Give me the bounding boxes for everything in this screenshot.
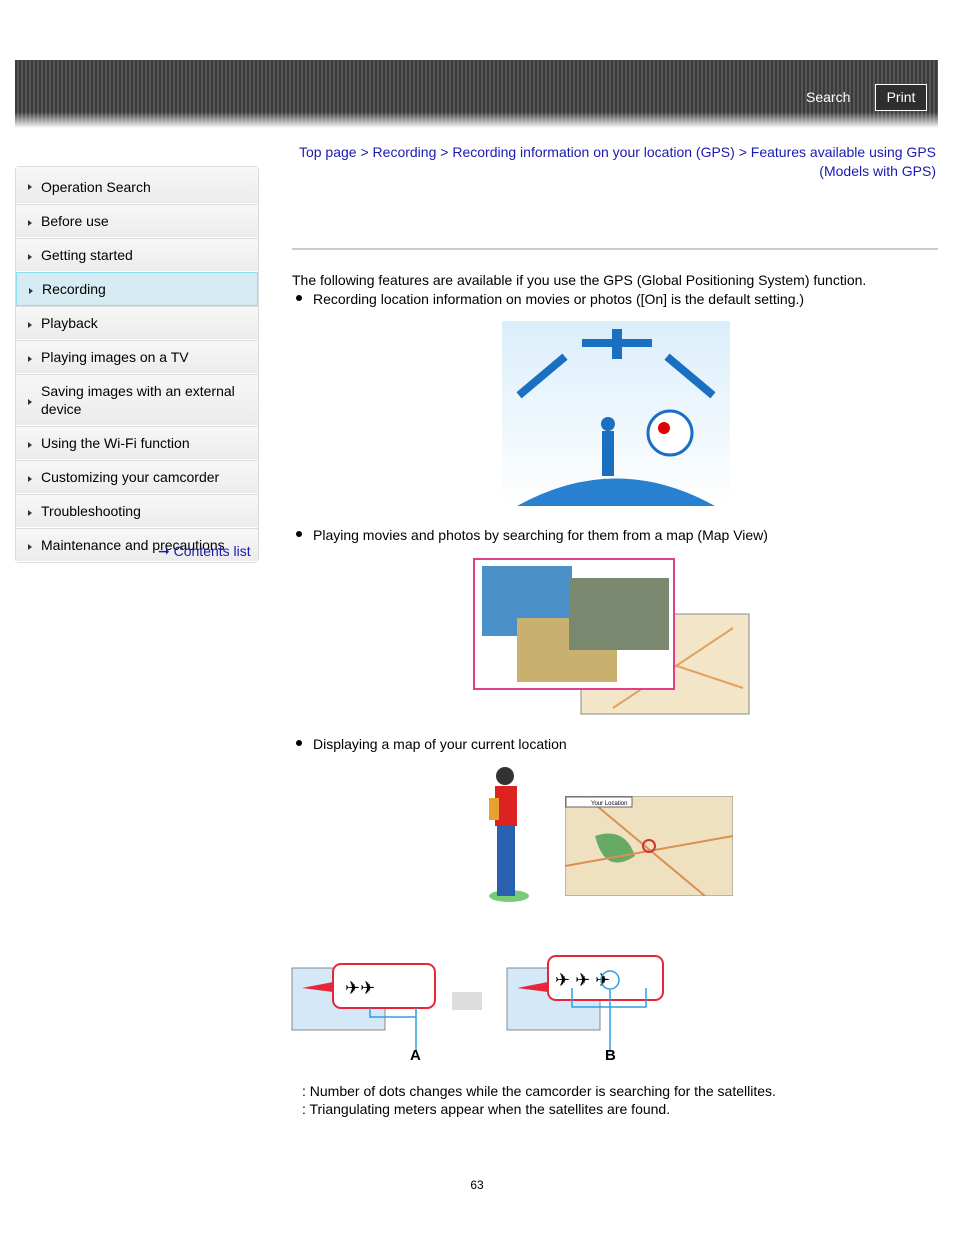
breadcrumb: Top page > Recording > Recording informa… — [298, 144, 936, 179]
intro-text: The following features are available if … — [292, 272, 867, 288]
gps-satellites-illustration — [502, 321, 730, 509]
sidebar-item-wifi[interactable]: Using the Wi-Fi function — [16, 426, 258, 460]
current-location-map: Your Location — [565, 796, 733, 896]
breadcrumb-top[interactable]: Top page — [299, 144, 357, 160]
divider — [292, 248, 938, 250]
satellite-icon: ✈ ✈ ✈ — [555, 970, 610, 990]
map-view-illustration — [473, 558, 750, 715]
contents-list-link[interactable]: ➞ Contents list — [158, 543, 251, 560]
sidebar-item-troubleshooting[interactable]: Troubleshooting — [16, 494, 258, 528]
bullet-icon — [296, 740, 302, 746]
sidebar-item-customizing[interactable]: Customizing your camcorder — [16, 460, 258, 494]
person-illustration — [489, 767, 529, 902]
bullet-text: Displaying a map of your current locatio… — [313, 736, 567, 752]
bullet-icon — [296, 531, 302, 537]
bullet-icon — [296, 295, 302, 301]
label-a: A — [410, 1047, 421, 1064]
arrow-icon: ➞ — [158, 543, 170, 559]
sidebar-item-before-use[interactable]: Before use — [16, 204, 258, 238]
note-b: : Triangulating meters appear when the s… — [302, 1101, 671, 1117]
note-a: : Number of dots changes while the camco… — [302, 1083, 776, 1099]
label-b: B — [605, 1047, 616, 1064]
search-link[interactable]: Search — [806, 89, 850, 105]
your-location-label: Your Location — [591, 801, 627, 807]
sidebar-item-external-device[interactable]: Saving images with an external device — [16, 374, 258, 426]
bullet-text: Recording location information on movies… — [313, 291, 805, 307]
print-button[interactable]: Print — [875, 84, 927, 111]
sidebar: Operation Search Before use Getting star… — [15, 166, 259, 563]
sidebar-item-operation-search[interactable]: Operation Search — [16, 167, 258, 204]
sidebar-item-tv[interactable]: Playing images on a TV — [16, 340, 258, 374]
contents-list-label: Contents list — [173, 543, 251, 559]
arrow-right-icon — [452, 992, 482, 1010]
sidebar-item-recording[interactable]: Recording — [16, 272, 258, 306]
satellite-icon: ✈✈ — [345, 978, 375, 998]
breadcrumb-gps[interactable]: Recording information on your location (… — [452, 144, 734, 160]
breadcrumb-current[interactable]: Features available using GPS (Models wit… — [751, 144, 936, 179]
breadcrumb-recording[interactable]: Recording — [373, 144, 437, 160]
header-bar — [15, 60, 938, 128]
gps-status-illustration: ✈✈ ✈ ✈ ✈ A B — [291, 955, 664, 1064]
bullet-text: Playing movies and photos by searching f… — [313, 527, 768, 543]
page-number: 63 — [470, 1178, 484, 1192]
sidebar-item-playback[interactable]: Playback — [16, 306, 258, 340]
sidebar-item-getting-started[interactable]: Getting started — [16, 238, 258, 272]
